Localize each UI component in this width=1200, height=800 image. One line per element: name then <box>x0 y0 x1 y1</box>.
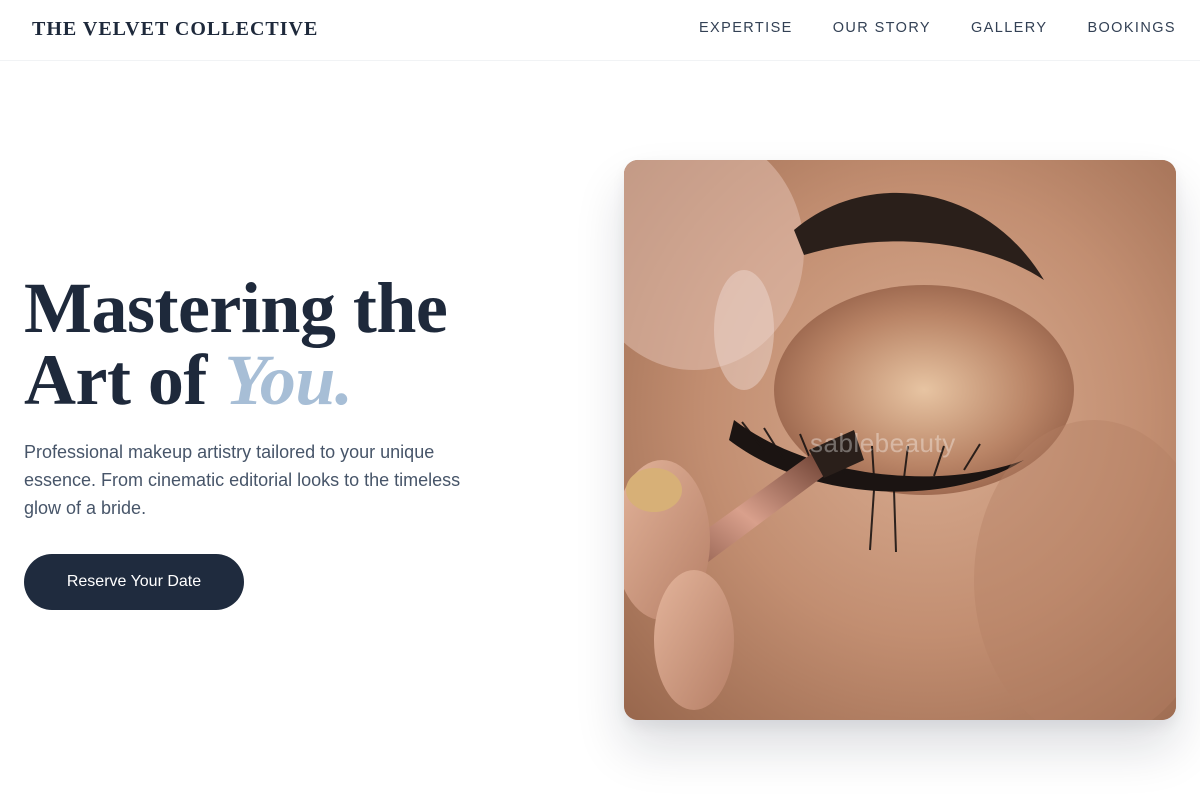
nav-link-gallery[interactable]: GALLERY <box>971 20 1047 36</box>
nav-link-our-story[interactable]: OUR STORY <box>833 20 931 36</box>
nav-link-expertise[interactable]: EXPERTISE <box>699 20 793 36</box>
site-header: THE VELVET COLLECTIVE EXPERTISE OUR STOR… <box>0 0 1200 61</box>
brand-logo[interactable]: THE VELVET COLLECTIVE <box>32 18 318 41</box>
hero-title-accent: You. <box>224 340 353 420</box>
hero-title-line2: Art of <box>24 340 225 420</box>
nav-link-bookings[interactable]: BOOKINGS <box>1087 20 1176 36</box>
reserve-date-button[interactable]: Reserve Your Date <box>24 554 244 610</box>
image-watermark: sablebeauty <box>810 428 956 458</box>
hero-subtitle: Professional makeup artistry tailored to… <box>24 442 461 518</box>
hero-title-line1: Mastering the <box>24 268 448 348</box>
hero-image: sablebeauty <box>624 160 1176 720</box>
main-nav: EXPERTISE OUR STORY GALLERY BOOKINGS <box>699 20 1176 36</box>
hero-title: Mastering the Art of You. <box>24 272 448 416</box>
